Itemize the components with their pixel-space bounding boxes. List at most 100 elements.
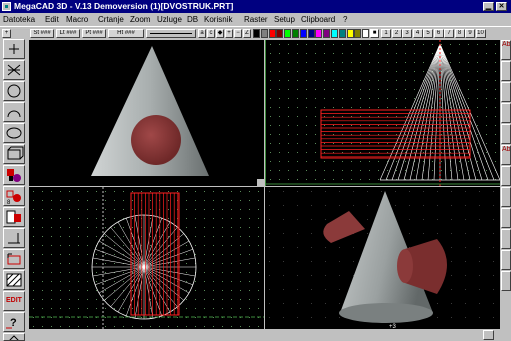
right-tool-1[interactable]: Ab: [501, 40, 511, 60]
tool-cross[interactable]: [3, 39, 25, 59]
color-swatch[interactable]: [346, 29, 354, 38]
menu-raster[interactable]: Raster: [244, 15, 268, 24]
field-st[interactable]: St ###: [30, 29, 54, 38]
tool-edit[interactable]: EDIT: [3, 291, 25, 311]
menu-crtanje[interactable]: Crtanje: [98, 15, 124, 24]
btn-a[interactable]: a: [198, 29, 206, 38]
right-tool-5[interactable]: [501, 124, 511, 144]
layer-number-button[interactable]: 8: [454, 29, 465, 38]
app-icon[interactable]: [2, 2, 11, 11]
grid-dot: [495, 161, 496, 162]
field-lt[interactable]: Lt ###: [56, 29, 80, 38]
menu-db[interactable]: DB: [187, 15, 198, 24]
color-swatch[interactable]: [268, 29, 276, 38]
tool-question[interactable]: ?: [3, 312, 25, 332]
field-pt[interactable]: Pt ###: [82, 29, 106, 38]
color-swatch[interactable]: [284, 29, 292, 38]
grid-dot: [451, 275, 452, 276]
right-tool-7[interactable]: [501, 166, 511, 186]
color-swatch[interactable]: [331, 29, 338, 38]
grid-dot: [33, 263, 34, 264]
tool-cube[interactable]: [3, 333, 25, 341]
field-ht[interactable]: Ht ###: [108, 29, 144, 38]
color-swatch[interactable]: [354, 29, 362, 38]
line-style-slider[interactable]: [146, 29, 196, 38]
layer-number-button[interactable]: 5: [423, 29, 433, 38]
grid-dot: [333, 71, 334, 72]
menu-uzluge[interactable]: Uzluge: [157, 15, 182, 24]
color-swatch[interactable]: [276, 29, 284, 38]
viewport-corner-handle[interactable]: [257, 179, 264, 186]
color-swatch[interactable]: [362, 29, 370, 38]
grid-dot: [258, 227, 259, 228]
color-swatch[interactable]: [292, 29, 299, 38]
grid-dot: [114, 227, 115, 228]
menu-clipboard[interactable]: Clipboard: [301, 15, 335, 24]
tool-circle[interactable]: [3, 81, 25, 101]
grid-dot: [222, 281, 223, 282]
right-tool-4[interactable]: [501, 103, 511, 123]
btn-minus[interactable]: −: [234, 29, 242, 38]
color-swatch[interactable]: [338, 29, 346, 38]
btn-z[interactable]: Z: [243, 29, 251, 38]
layer-number-button[interactable]: 2: [391, 29, 402, 38]
menu-edit[interactable]: Edit: [45, 15, 59, 24]
layer-number-button[interactable]: 6: [433, 29, 444, 38]
color-swatch[interactable]: [253, 29, 260, 38]
right-tool-12[interactable]: [501, 271, 511, 291]
tool-shapes[interactable]: [3, 165, 25, 185]
menu-korisnik[interactable]: Korisnik: [204, 15, 232, 24]
layer-number-button[interactable]: 10: [475, 29, 486, 38]
right-tool-10[interactable]: [501, 229, 511, 249]
minimize-button[interactable]: ▁: [483, 2, 494, 11]
viewport-top-right[interactable]: [265, 40, 500, 186]
right-tool-9[interactable]: [501, 208, 511, 228]
menu-macro[interactable]: Macro: [66, 15, 88, 24]
right-tool-8[interactable]: [501, 187, 511, 207]
grid-dot: [204, 227, 205, 228]
viewport-bottom-left[interactable]: [29, 187, 264, 329]
tool-hatch[interactable]: [3, 270, 25, 290]
menu-zoom[interactable]: Zoom: [130, 15, 150, 24]
viewport-top-left[interactable]: [29, 40, 264, 186]
right-tool-3[interactable]: [501, 82, 511, 102]
color-swatch[interactable]: [307, 29, 315, 38]
plus-button[interactable]: +: [2, 29, 11, 38]
layer-number-button[interactable]: 7: [444, 29, 454, 38]
layer-number-button[interactable]: 1: [381, 29, 391, 38]
grid-dot: [105, 254, 106, 255]
tool-rect[interactable]: [3, 144, 25, 164]
tool-dimension[interactable]: [3, 228, 25, 248]
tool-zigzag[interactable]: [3, 60, 25, 80]
right-tool-2[interactable]: [501, 61, 511, 81]
tool-arc[interactable]: [3, 102, 25, 122]
btn-plus[interactable]: +: [225, 29, 233, 38]
grid-dot: [405, 125, 406, 126]
btn-c[interactable]: c: [207, 29, 215, 38]
viewport-bottom-right[interactable]: +3: [265, 187, 500, 329]
grid-dot: [195, 254, 196, 255]
layer-number-button[interactable]: 3: [402, 29, 412, 38]
grid-dot: [60, 272, 61, 273]
color-swatch[interactable]: [299, 29, 307, 38]
grid-dot: [369, 62, 370, 63]
status-button[interactable]: [483, 330, 494, 340]
color-swatch[interactable]: [323, 29, 331, 38]
layer-button[interactable]: ■: [370, 29, 379, 38]
layer-number-button[interactable]: 9: [465, 29, 475, 38]
right-tool-6[interactable]: Ab: [501, 145, 511, 165]
color-swatch[interactable]: [315, 29, 323, 38]
btn-diamond[interactable]: ◆: [216, 29, 224, 38]
right-tool-11[interactable]: [501, 250, 511, 270]
layer-number-button[interactable]: 4: [412, 29, 423, 38]
tool-shapes2[interactable]: 8: [3, 186, 25, 206]
menu-datoteka[interactable]: Datoteka: [3, 15, 35, 24]
color-swatch[interactable]: [260, 29, 268, 38]
close-button[interactable]: ✕: [496, 2, 507, 11]
tool-layers[interactable]: [3, 207, 25, 227]
tool-move[interactable]: [3, 249, 25, 269]
grid-dot: [486, 44, 487, 45]
tool-ellipse[interactable]: [3, 123, 25, 143]
menu-setup[interactable]: Setup: [274, 15, 295, 24]
menu-help[interactable]: ?: [343, 15, 347, 24]
